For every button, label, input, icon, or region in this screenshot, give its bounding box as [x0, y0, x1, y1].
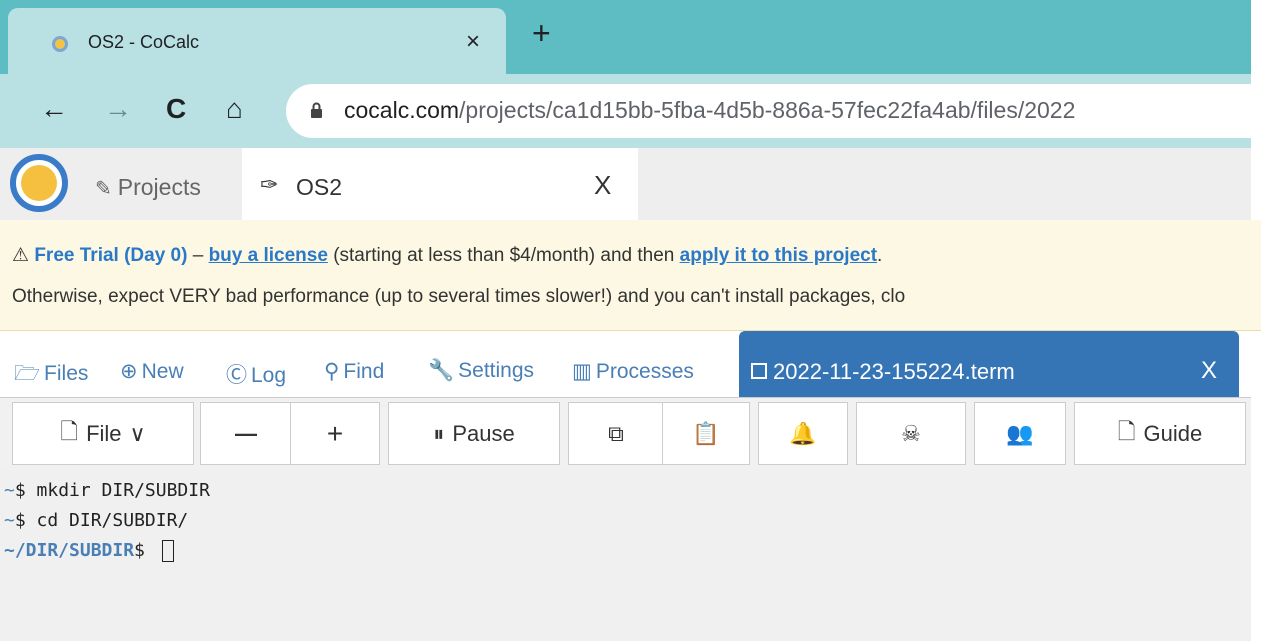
zoom-in-button[interactable]: + [290, 402, 380, 465]
kill-button[interactable]: ☠ [856, 402, 966, 465]
url-host: cocalc.com [344, 97, 460, 123]
banner-mid-text: (starting at less than $4/month) and the… [327, 245, 680, 266]
project-tab-icon: ✑ [260, 172, 279, 197]
plus-circle-icon: ⊕ [120, 360, 138, 383]
bell-icon: 🔔 [789, 420, 817, 446]
bell-button[interactable]: 🔔 [758, 402, 848, 465]
forward-arrow-icon[interactable]: → [104, 92, 132, 126]
home-icon[interactable]: ⌂ [226, 92, 243, 126]
project-tab-os2[interactable]: ✑ OS2 X [242, 148, 638, 220]
skull-icon: ☠ [901, 420, 921, 446]
copy-button[interactable]: ⧉ [568, 402, 664, 465]
prompt-path: ~/DIR/SUBDIR [4, 540, 135, 561]
banner-line-2: Otherwise, expect VERY bad performance (… [12, 286, 906, 307]
chevron-down-icon: ∨ [129, 420, 146, 446]
reload-icon[interactable]: C [166, 92, 186, 126]
project-nav: 🗁 Files ⊕ New Ⓒ Log ⚲ Find 🔧 Settings ▥ Proces… [0, 331, 1261, 397]
processes-label: Processes [595, 360, 694, 383]
cocalc-logo-icon[interactable] [10, 154, 68, 212]
paste-button[interactable]: 📋 [662, 402, 750, 465]
pause-button[interactable]: ⏸ Pause [388, 402, 560, 465]
browser-toolbar: ← → C ⌂ cocalc.com/projects/ca1d15bb-5fb… [0, 74, 1261, 148]
terminal-area[interactable]: ~$ mkdir DIR/SUBDIR ~$ cd DIR/SUBDIR/ ~/… [0, 470, 1251, 641]
prompt-tilde: ~ [4, 510, 15, 531]
files-tab[interactable]: 🗁 Files [14, 359, 88, 394]
new-tab-button[interactable]: + [532, 16, 551, 50]
terminal-current-line: ~/DIR/SUBDIR$ [4, 540, 174, 562]
pause-label: Pause [452, 420, 515, 446]
microchip-icon: ▥ [572, 360, 592, 383]
project-tab-close-icon[interactable]: X [594, 170, 611, 201]
lock-icon [311, 102, 322, 118]
folder-icon: 🗁 [14, 362, 41, 385]
command-text: mkdir DIR/SUBDIR [36, 480, 210, 501]
free-trial-banner: ⚠ Free Trial (Day 0) – buy a license (st… [0, 220, 1261, 331]
pencil-icon: ✎ [95, 178, 112, 200]
prompt-symbol: $ [134, 540, 156, 561]
pause-icon: ⏸ [433, 420, 445, 446]
terminal-line: ~$ cd DIR/SUBDIR/ [4, 510, 188, 531]
command-text: cd DIR/SUBDIR/ [36, 510, 189, 531]
project-tab-label: OS2 [296, 174, 343, 200]
prompt-tilde: ~ [4, 480, 15, 501]
log-label: Log [251, 364, 287, 387]
url-path: /projects/ca1d15bb-5fba-4d5b-886a-57fec2… [459, 97, 1076, 123]
terminal-toolbar: 🗋 File ∨ — + ⏸ Pause ⧉ 📋 🔔 ☠ 👥 🗋 Guide [0, 397, 1251, 471]
copy-icon: ⧉ [608, 420, 624, 446]
find-label: Find [343, 360, 385, 383]
address-bar[interactable]: cocalc.com/projects/ca1d15bb-5fba-4d5b-8… [286, 84, 1261, 138]
new-tab[interactable]: ⊕ New [120, 359, 184, 384]
guide-icon: 🗋 [1117, 418, 1136, 444]
projects-label: Projects [117, 174, 201, 200]
history-icon: Ⓒ [226, 364, 247, 387]
guide-label: Guide [1143, 420, 1203, 446]
browser-tab-strip: OS2 - CoCalc × + [0, 0, 1251, 74]
search-icon: ⚲ [324, 360, 340, 383]
browser-tab-close-icon[interactable]: × [466, 28, 480, 56]
banner-line-1: ⚠ Free Trial (Day 0) – buy a license (st… [12, 244, 882, 267]
new-label: New [141, 360, 184, 383]
files-label: Files [44, 362, 89, 385]
back-arrow-icon[interactable]: ← [40, 92, 68, 126]
processes-tab[interactable]: ▥ Processes [572, 359, 694, 384]
users-icon: 👥 [1006, 420, 1034, 446]
buy-license-link[interactable]: buy a license [209, 245, 328, 266]
apply-license-link[interactable]: apply it to this project [680, 245, 877, 266]
open-file-tab-label: 2022-11-23-155224.term [773, 359, 1015, 384]
trial-label: Free Trial (Day 0) [34, 245, 188, 266]
log-tab[interactable]: Ⓒ Log [226, 359, 286, 389]
projects-link[interactable]: ✎ Projects [95, 174, 201, 201]
settings-label: Settings [458, 359, 535, 382]
open-file-tab-close-icon[interactable]: X [1201, 357, 1217, 385]
terminal-line: ~$ mkdir DIR/SUBDIR [4, 480, 210, 501]
zoom-out-button[interactable]: — [200, 402, 292, 465]
url-text: cocalc.com/projects/ca1d15bb-5fba-4d5b-8… [344, 97, 1075, 124]
open-file-tab-terminal[interactable]: 2022-11-23-155224.term X [739, 331, 1239, 397]
banner-dash: – [187, 245, 209, 266]
users-button[interactable]: 👥 [974, 402, 1066, 465]
file-menu-label: File [86, 420, 122, 446]
guide-button[interactable]: 🗋 Guide [1074, 402, 1246, 465]
browser-tab[interactable]: OS2 - CoCalc × [8, 8, 506, 74]
cocalc-top-bar: ✎ Projects ✑ OS2 X [0, 148, 1251, 220]
cocalc-favicon-icon [52, 36, 68, 52]
file-menu-button[interactable]: 🗋 File ∨ [12, 402, 194, 465]
terminal-icon [751, 363, 767, 379]
paste-icon: 📋 [692, 420, 720, 446]
prompt-symbol: $ [14, 480, 37, 501]
find-tab[interactable]: ⚲ Find [324, 359, 384, 384]
file-icon: 🗋 [60, 418, 79, 444]
warning-icon: ⚠ [12, 245, 30, 266]
settings-tab[interactable]: 🔧 Settings [428, 359, 534, 383]
browser-tab-title: OS2 - CoCalc [88, 32, 200, 52]
prompt-symbol: $ [14, 510, 37, 531]
banner-end-text: . [877, 245, 883, 266]
wrench-icon: 🔧 [428, 359, 455, 382]
terminal-cursor [161, 540, 174, 562]
